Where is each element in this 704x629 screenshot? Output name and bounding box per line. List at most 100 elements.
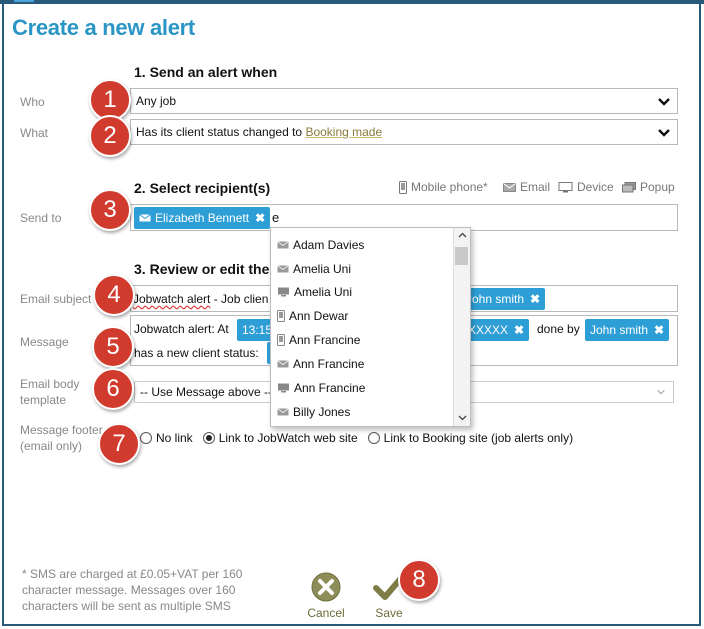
email-subject-prefix: Jobwatch alert (133, 292, 211, 306)
remove-chip-icon[interactable]: ✖ (530, 292, 540, 306)
popup-icon (622, 181, 636, 192)
dropdown-item[interactable]: Ann Francine (277, 331, 360, 349)
mobile-phone-icon (277, 334, 285, 346)
section-3-number: 3. (134, 261, 146, 277)
email-icon (277, 360, 289, 368)
email-icon (139, 214, 151, 222)
dropdown-item-label: Ann Dewar (289, 309, 349, 323)
subject-person-chip-label: John smith (466, 292, 525, 306)
footer-radio-booking[interactable] (367, 432, 380, 444)
footer-option-no-link[interactable]: No link (156, 431, 193, 445)
who-label: Who (20, 95, 45, 109)
email-icon (503, 182, 516, 192)
recipient-option-popup[interactable]: Popup (622, 180, 675, 194)
recipient-option-device-label: Device (577, 180, 614, 194)
section-2-number: 2. (134, 180, 146, 196)
dropdown-item-label: Billy Jones (293, 405, 351, 419)
message-done-by: done by (537, 322, 580, 336)
section-3-heading: 3. Review or edit the (134, 261, 269, 277)
sms-note-line2: character message. Messages over 160 (22, 583, 236, 597)
email-subject-rest: - Job clien (210, 292, 269, 306)
what-select[interactable]: Has its client status changed to Booking… (130, 119, 678, 145)
recipient-autocomplete-dropdown[interactable]: Adam Davies Amelia Uni Amelia Uni Ann De… (270, 227, 471, 427)
mobile-phone-icon (399, 180, 407, 194)
dropdown-item[interactable]: Adam Davies (277, 236, 364, 254)
step-badge-6: 6 (92, 368, 134, 410)
dropdown-item-label: Amelia Uni (294, 285, 353, 299)
who-select[interactable]: Any job (130, 88, 678, 114)
sms-note-line3: characters will be sent as multiple SMS (22, 599, 231, 613)
message-time-chip-label: 13:15 (242, 323, 273, 337)
mobile-phone-icon (277, 310, 285, 322)
section-2-heading: 2. Select recipient(s) (134, 180, 270, 196)
footer-option-booking[interactable]: Link to Booking site (job alerts only) (384, 431, 573, 445)
save-button-label: Save (375, 606, 403, 620)
footer-radio-jobwatch[interactable] (202, 432, 215, 444)
footer-option-jobwatch[interactable]: Link to JobWatch web site (219, 431, 358, 445)
recipient-option-device[interactable]: Device (558, 180, 614, 194)
dropdown-item-label: Adam Davies (293, 238, 365, 252)
dropdown-item-label: Ann Francine (294, 381, 366, 395)
section-2-title: Select recipient(s) (149, 180, 271, 196)
scroll-down-arrow-icon[interactable] (458, 415, 467, 421)
section-3-title: Review or edit the (149, 261, 270, 277)
dropdown-item-label: Ann Francine (289, 333, 361, 347)
device-icon (278, 383, 289, 393)
message-footer-radio-group: No link Link to JobWatch web site Link t… (140, 431, 573, 445)
step-badge-5: 5 (92, 326, 134, 368)
recipient-chip[interactable]: Elizabeth Bennett ✖ (134, 207, 271, 229)
recipient-chip-label: Elizabeth Bennett (155, 211, 250, 225)
remove-chip-icon[interactable]: ✖ (654, 323, 664, 337)
step-badge-8: 8 (398, 559, 440, 601)
section-1-number: 1. (134, 64, 146, 80)
footer-radio-no-link[interactable] (140, 432, 152, 444)
recipient-option-email[interactable]: Email (503, 180, 550, 194)
sms-note-line1: * SMS are charged at £0.05+VAT per 160 (22, 567, 243, 581)
email-icon (277, 265, 289, 273)
what-status-link[interactable]: Booking made (305, 125, 382, 139)
section-1-heading: 1. Send an alert when (134, 64, 277, 80)
email-subject-label: Email subject (20, 292, 92, 306)
message-line1-prefix: Jobwatch alert: At (134, 322, 229, 336)
message-footer-label-line2: (email only) (20, 439, 83, 453)
page-title: Create a new alert (12, 15, 195, 40)
what-label: What (20, 126, 49, 140)
cancel-button[interactable]: Cancel (305, 571, 347, 620)
what-value: Has its client status changed to (136, 125, 306, 139)
dropdown-item[interactable]: Ann Francine (277, 355, 364, 373)
recipient-option-mobile[interactable]: Mobile phone* (399, 180, 488, 194)
section-1-title: Send an alert when (149, 64, 278, 80)
step-badge-4: 4 (93, 274, 135, 316)
remove-chip-icon[interactable]: ✖ (255, 211, 265, 225)
email-body-template-label-line1: Email body (20, 377, 80, 391)
step-badge-2: 2 (89, 115, 131, 157)
scroll-up-arrow-icon[interactable] (458, 232, 467, 238)
remove-chip-icon[interactable]: ✖ (514, 323, 524, 337)
dropdown-item[interactable]: Amelia Uni (277, 283, 352, 301)
dropdown-scrollbar[interactable] (453, 228, 470, 426)
dropdown-item[interactable]: Amelia Uni (277, 260, 351, 278)
message-person-chip-label: John smith (590, 323, 649, 337)
cancel-button-label: Cancel (307, 606, 345, 620)
email-icon (277, 241, 289, 249)
device-icon (558, 181, 573, 192)
email-body-template-value: -- Use Message above -- (140, 385, 273, 399)
dropdown-item[interactable]: Ann Dewar (277, 307, 348, 325)
dropdown-scroll-thumb[interactable] (455, 247, 468, 265)
dropdown-item[interactable]: Ann Francine (277, 379, 365, 397)
cancel-icon (311, 572, 341, 602)
device-icon (278, 287, 289, 297)
dropdown-item-label: Amelia Uni (293, 262, 352, 276)
email-body-template-label-line2: template (20, 393, 67, 407)
subject-person-chip[interactable]: John smith ✖ (461, 288, 546, 310)
recipient-option-popup-label: Popup (640, 180, 675, 194)
message-person-chip[interactable]: John smith ✖ (585, 319, 670, 341)
send-to-typed-text: e (272, 210, 280, 225)
email-icon (277, 408, 289, 416)
dropdown-item[interactable]: Billy Jones (277, 403, 350, 421)
step-badge-3: 3 (89, 189, 131, 231)
step-badge-7: 7 (98, 423, 140, 465)
chevron-down-icon (658, 129, 670, 137)
who-value: Any job (136, 94, 177, 108)
send-to-label: Send to (20, 211, 62, 225)
